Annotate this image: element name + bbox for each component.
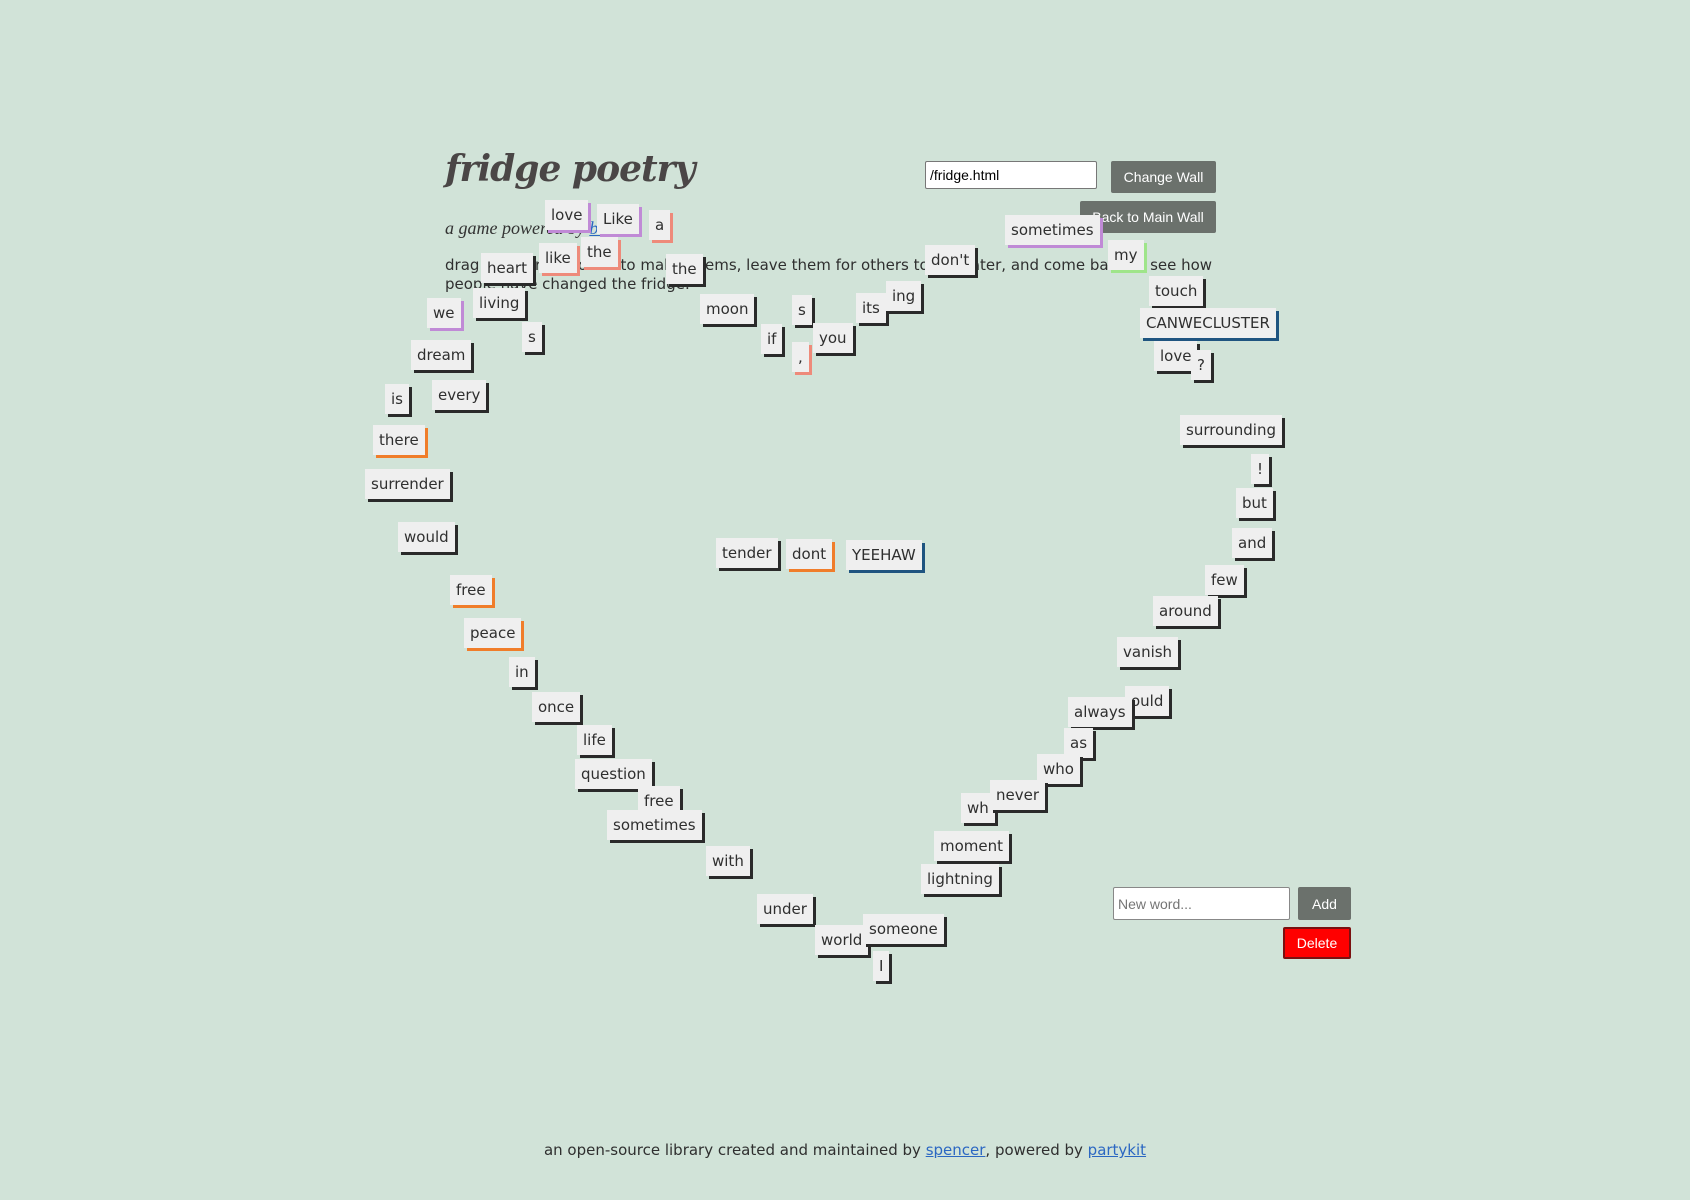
- partykit-link[interactable]: partykit: [1088, 1141, 1146, 1159]
- word-magnet[interactable]: lightning: [921, 864, 999, 894]
- word-magnet[interactable]: always: [1068, 697, 1132, 727]
- word-magnet[interactable]: its: [856, 293, 886, 323]
- word-magnet[interactable]: love: [545, 200, 589, 230]
- word-magnet[interactable]: touch: [1149, 276, 1204, 306]
- word-magnet[interactable]: the: [666, 254, 703, 284]
- word-magnet[interactable]: someone: [863, 914, 944, 944]
- wall-path-input[interactable]: [925, 161, 1097, 189]
- word-magnet[interactable]: !: [1251, 454, 1270, 484]
- word-magnet[interactable]: in: [509, 657, 535, 687]
- word-magnet[interactable]: moment: [934, 831, 1010, 861]
- word-magnet[interactable]: life: [577, 725, 612, 755]
- delete-word-button[interactable]: Delete: [1283, 927, 1351, 959]
- footer-text: an open-source library created and maint…: [543, 1141, 926, 1159]
- author-link[interactable]: spencer: [926, 1141, 986, 1159]
- change-wall-button[interactable]: Change Wall: [1111, 161, 1216, 193]
- back-to-main-wall-button[interactable]: Back to Main Wall: [1080, 201, 1216, 233]
- word-magnet[interactable]: moon: [700, 294, 755, 324]
- word-magnet[interactable]: surrounding: [1180, 415, 1282, 445]
- word-magnet[interactable]: a: [649, 210, 671, 240]
- word-magnet[interactable]: we: [427, 298, 461, 328]
- word-magnet[interactable]: dont: [786, 539, 833, 569]
- word-magnet[interactable]: heart: [481, 253, 533, 283]
- word-magnet[interactable]: free: [450, 575, 492, 605]
- word-magnet[interactable]: is: [385, 384, 409, 414]
- word-magnet[interactable]: sometimes: [607, 810, 702, 840]
- word-magnet[interactable]: I: [873, 951, 890, 981]
- word-magnet[interactable]: sometimes: [1005, 215, 1100, 245]
- word-magnet[interactable]: surrender: [365, 469, 450, 499]
- word-magnet[interactable]: vanish: [1117, 637, 1179, 667]
- word-magnet[interactable]: Like: [597, 204, 639, 234]
- word-magnet[interactable]: ing: [886, 281, 922, 311]
- footer: an open-source library created and maint…: [0, 1141, 1690, 1159]
- word-magnet[interactable]: once: [532, 692, 581, 722]
- word-magnet[interactable]: ould: [1125, 686, 1170, 716]
- word-magnet[interactable]: peace: [464, 618, 522, 648]
- word-magnet[interactable]: tender: [716, 538, 778, 568]
- word-magnet[interactable]: YEEHAW: [846, 540, 922, 570]
- word-magnet[interactable]: s: [792, 295, 812, 325]
- word-magnet[interactable]: CANWECLUSTER: [1140, 308, 1276, 338]
- word-magnet[interactable]: ?: [1191, 350, 1211, 380]
- word-magnet[interactable]: my: [1108, 240, 1144, 270]
- word-magnet[interactable]: living: [473, 288, 526, 318]
- word-magnet[interactable]: would: [398, 522, 455, 552]
- word-magnet[interactable]: like: [539, 243, 577, 273]
- word-magnet[interactable]: around: [1153, 596, 1218, 626]
- page-title: fridge poetry: [445, 148, 696, 190]
- word-magnet[interactable]: if: [761, 324, 783, 354]
- add-word-button[interactable]: Add: [1298, 887, 1351, 920]
- new-word-input[interactable]: [1113, 887, 1290, 920]
- word-magnet[interactable]: world: [815, 925, 869, 955]
- word-magnet[interactable]: question: [575, 759, 652, 789]
- word-magnet[interactable]: s: [522, 322, 542, 352]
- word-magnet[interactable]: every: [432, 380, 487, 410]
- word-magnet[interactable]: and: [1232, 528, 1273, 558]
- word-magnet[interactable]: there: [373, 425, 425, 455]
- word-magnet[interactable]: ,: [792, 342, 809, 372]
- word-magnet[interactable]: you: [813, 323, 853, 353]
- word-magnet[interactable]: under: [757, 894, 813, 924]
- word-magnet[interactable]: with: [706, 846, 750, 876]
- word-magnet[interactable]: but: [1236, 488, 1273, 518]
- word-magnet[interactable]: the: [581, 237, 618, 267]
- word-magnet[interactable]: never: [990, 780, 1046, 810]
- word-magnet[interactable]: few: [1205, 565, 1244, 595]
- word-magnet[interactable]: don't: [925, 245, 976, 275]
- footer-text-middle: , powered by: [985, 1141, 1088, 1159]
- word-magnet[interactable]: dream: [411, 340, 472, 370]
